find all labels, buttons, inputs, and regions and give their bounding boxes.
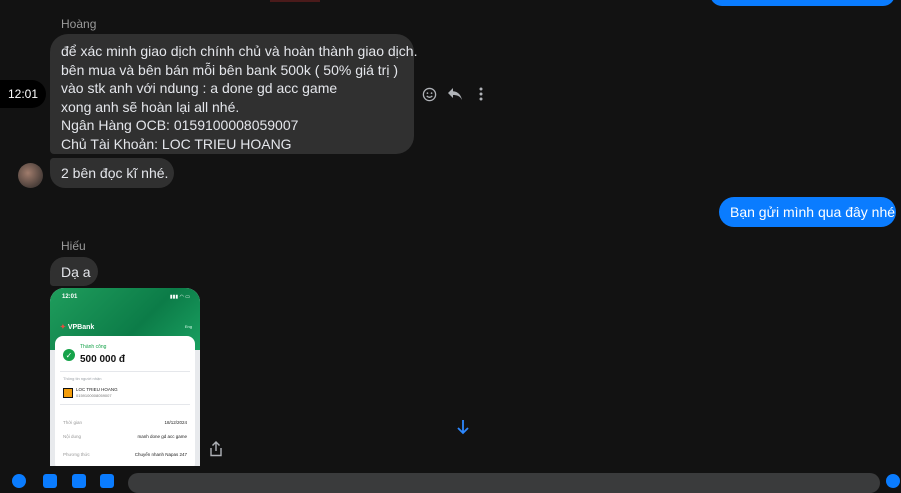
more-icon[interactable] [472, 85, 490, 103]
recipient-label: Thông tin người nhận [63, 376, 102, 381]
divider [60, 404, 190, 405]
previous-sent-bubble[interactable] [710, 0, 895, 6]
share-icon[interactable] [209, 441, 223, 462]
message-input[interactable] [128, 473, 880, 493]
plus-icon[interactable] [12, 474, 26, 488]
recipient-bank-icon [63, 388, 73, 398]
message-text: Dạ a [61, 264, 91, 280]
message-line: xong anh sẽ hoàn lại all nhé. [61, 98, 240, 115]
transaction-amount: 500 000 đ [80, 354, 126, 365]
message-bubble-hoang-followup[interactable]: 2 bên đọc kĩ nhé. [50, 158, 174, 188]
emoji-icon[interactable] [420, 85, 438, 103]
avatar[interactable] [18, 163, 43, 188]
message-line: vào stk anh với ndung : a done gd acc ga… [61, 80, 338, 96]
message-line: bên mua và bên bán mỗi bên bank 500k ( 5… [61, 61, 398, 78]
message-timestamp: 12:01 [0, 80, 46, 108]
recipient-name: LOC TRIEU HOANG [76, 387, 118, 392]
receipt-row: Nội dung manh done gd acc game [63, 434, 187, 439]
check-icon: ✓ [63, 349, 75, 361]
message-line: Ngân Hàng OCB: 0159100008059007 [61, 117, 299, 133]
message-line: để xác minh giao dịch chính chủ và hoàn … [61, 43, 418, 59]
receipt-image[interactable]: 12:01 ▮▮▮ ◠ ▭ ✦ VPBank Eng ✓ Thành công … [50, 288, 200, 466]
reply-icon[interactable] [446, 85, 464, 103]
top-divider [270, 0, 320, 2]
gif-icon[interactable] [100, 474, 114, 488]
scroll-down-icon[interactable] [450, 414, 476, 440]
message-bubble-hieu[interactable]: Dạ a [50, 257, 98, 286]
message-line: Chủ Tài Khoản: LOC TRIEU HOANG [61, 135, 292, 152]
recipient-account: 0159100008059007 [76, 393, 112, 398]
transaction-status: Thành công [80, 344, 107, 350]
message-bubble-hoang[interactable]: để xác minh giao dịch chính chủ và hoàn … [50, 34, 418, 154]
message-actions [420, 85, 490, 103]
sender-name-hieu: Hiếu [61, 239, 86, 253]
receipt-card: ✓ Thành công 500 000 đ Thông tin người n… [55, 336, 195, 466]
receipt-row: Phương thức Chuyển nhanh Napas 247 [63, 452, 187, 457]
language-label: Eng [184, 324, 192, 329]
photo-icon[interactable] [43, 474, 57, 488]
sent-message-bubble[interactable]: Bạn gửi mình qua đây nhé [719, 197, 896, 227]
receipt-row: Thời gian 18/12/2024 [63, 420, 187, 425]
receipt-status-time: 12:01 [62, 294, 78, 300]
signal-icons: ▮▮▮ ◠ ▭ [169, 294, 190, 300]
sticker-icon[interactable] [72, 474, 86, 488]
bank-logo: ✦ VPBank [60, 324, 95, 331]
message-text: 2 bên đọc kĩ nhé. [61, 165, 169, 181]
divider [60, 371, 190, 372]
sender-name-hoang: Hoàng [61, 17, 97, 31]
like-icon[interactable] [886, 474, 900, 488]
